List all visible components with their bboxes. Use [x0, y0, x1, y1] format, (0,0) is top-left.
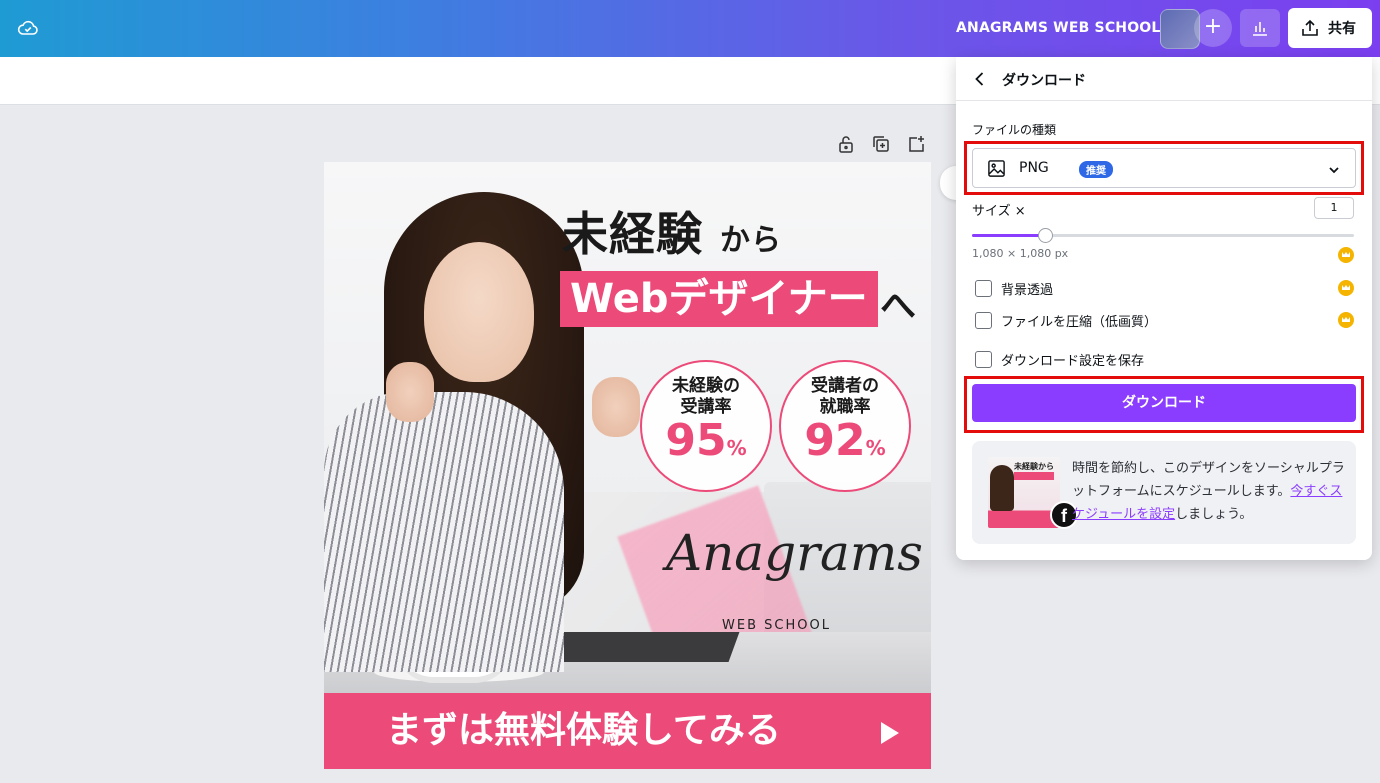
promo-text: 時間を節約し、このデザインをソーシャルプラットフォームにスケジュールします。今す… — [1072, 457, 1347, 526]
panel-title: ダウンロード — [1002, 73, 1086, 89]
thumbnail-title: 未経験から — [1014, 462, 1054, 471]
checkbox[interactable] — [975, 350, 992, 368]
stat-circle-1[interactable]: 未経験の 受講率 95% — [640, 360, 772, 492]
size-slider[interactable] — [972, 228, 1354, 243]
schedule-promo: 未経験から f 時間を節約し、このデザインをソーシャルプラットフォームにスケジュ… — [972, 441, 1356, 544]
plus-icon: + — [1203, 14, 1223, 39]
size-slider-handle[interactable] — [1037, 228, 1053, 243]
option-compress[interactable]: ファイルを圧縮（低画質） — [975, 310, 1157, 330]
duplicate-icon[interactable] — [871, 134, 891, 154]
option-transparent-bg[interactable]: 背景透過 — [975, 278, 1053, 298]
add-page-icon[interactable] — [906, 134, 926, 154]
woman-shirt — [324, 392, 564, 672]
cta-banner[interactable]: まずは無料体験してみる — [324, 693, 931, 769]
download-panel: ダウンロード ファイルの種類 PNG 推奨 サイズ × 1 1,080 × 1,… — [956, 57, 1372, 560]
option-label: ファイルを圧縮（低画質） — [1001, 314, 1158, 330]
stat-label: 受講者の 就職率 — [811, 376, 879, 417]
stat-unit: % — [865, 436, 886, 460]
design-canvas[interactable]: 未経験 から Webデザイナー へ 未経験の 受講率 95% 受講者の 就職率 … — [324, 162, 931, 769]
cta-text: まずは無料体験してみる — [386, 710, 781, 751]
thumbnail-bar — [1014, 472, 1054, 480]
woman-fist-left — [386, 362, 434, 422]
stat-label: 未経験の 受講率 — [672, 376, 740, 417]
cloud-saved-icon[interactable] — [16, 16, 40, 40]
size-slider-fill — [972, 234, 1045, 237]
headline-line-1[interactable]: 未経験 から — [562, 198, 782, 264]
crown-icon — [1338, 312, 1354, 328]
add-collaborator-button[interactable]: + — [1194, 9, 1232, 47]
insights-button[interactable] — [1240, 9, 1280, 47]
stat-number: 92 — [804, 415, 866, 466]
logo-subtitle[interactable]: WEB SCHOOL — [722, 618, 831, 633]
checkbox[interactable] — [975, 311, 992, 329]
headline-tail: から — [720, 223, 783, 258]
filetype-label: ファイルの種類 — [972, 123, 1057, 137]
headline-main: 未経験 — [562, 207, 703, 261]
size-input[interactable]: 1 — [1314, 197, 1354, 219]
back-arrow-icon[interactable] — [970, 69, 990, 89]
crown-icon — [1338, 280, 1354, 296]
stat-value: 95% — [642, 418, 770, 471]
option-save-settings[interactable]: ダウンロード設定を保存 — [975, 349, 1144, 369]
logo-script[interactable]: Anagrams — [666, 524, 923, 582]
headline-line-2-tail[interactable]: へ — [880, 277, 916, 329]
option-label: ダウンロード設定を保存 — [1001, 353, 1145, 369]
thumbnail-person — [990, 465, 1014, 511]
stat-number: 95 — [665, 415, 727, 466]
promo-text-2: しましょう。 — [1175, 507, 1253, 522]
project-title[interactable]: ANAGRAMS WEB SCHOOL — [956, 20, 1161, 36]
size-label: サイズ × — [972, 204, 1026, 219]
promo-thumbnail: 未経験から — [988, 457, 1060, 528]
checkbox[interactable] — [975, 279, 992, 297]
share-label: 共有 — [1328, 21, 1356, 37]
highlight-box-download — [964, 376, 1364, 433]
woman-face — [424, 242, 534, 382]
headline-line-2[interactable]: Webデザイナー — [560, 271, 878, 327]
panel-header: ダウンロード — [956, 57, 1372, 101]
share-button[interactable]: 共有 — [1288, 8, 1372, 48]
woman-fist-right — [592, 377, 640, 437]
top-bar: ANAGRAMS WEB SCHOOL + 共有 — [0, 0, 1380, 57]
upload-icon — [1302, 19, 1318, 36]
stat-value: 92% — [781, 418, 909, 471]
stat-circle-2[interactable]: 受講者の 就職率 92% — [779, 360, 911, 492]
play-arrow-icon — [881, 722, 899, 744]
highlight-box-filetype — [964, 141, 1364, 195]
crown-icon — [1338, 247, 1354, 263]
stat-unit: % — [726, 436, 747, 460]
dimensions-text: 1,080 × 1,080 px — [972, 247, 1069, 260]
option-label: 背景透過 — [1001, 282, 1054, 298]
lock-icon[interactable] — [836, 134, 856, 154]
bar-chart-icon — [1253, 22, 1267, 36]
